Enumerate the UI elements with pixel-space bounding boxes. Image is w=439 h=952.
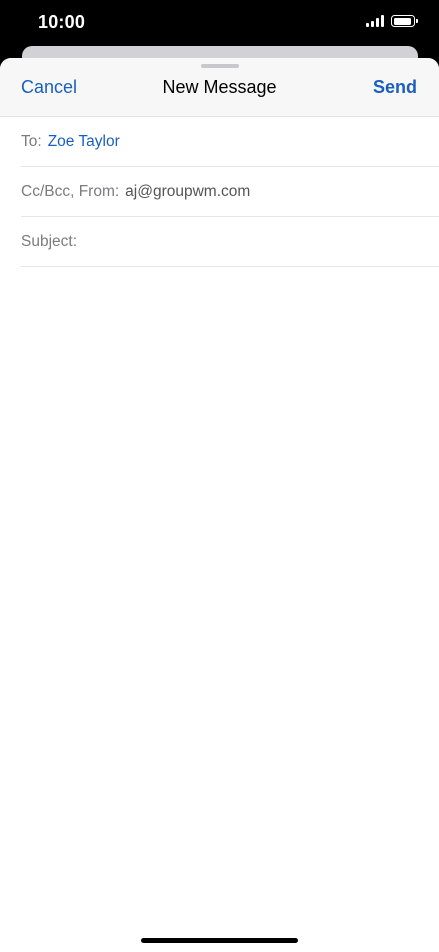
from-address[interactable]: aj@groupwm.com: [125, 183, 250, 201]
sheet-grabber[interactable]: [201, 64, 239, 68]
subject-field[interactable]: Subject:: [21, 217, 439, 267]
to-field[interactable]: To: Zoe Taylor: [21, 117, 439, 167]
message-body-area[interactable]: [0, 268, 439, 928]
compose-header: Cancel New Message Send: [0, 58, 439, 117]
signal-icon: [366, 15, 384, 27]
status-time: 10:00: [38, 12, 86, 32]
cc-bcc-from-field[interactable]: Cc/Bcc, From: aj@groupwm.com: [21, 167, 439, 217]
subject-input[interactable]: [83, 226, 439, 257]
phone-screen: 10:00 Cancel New Message Send To: Zoe Ta…: [0, 0, 439, 952]
home-indicator[interactable]: [141, 938, 298, 943]
battery-icon: [391, 15, 418, 27]
status-icons: [366, 15, 418, 27]
send-button[interactable]: Send: [373, 77, 417, 98]
to-label: To:: [21, 132, 42, 150]
subject-label: Subject:: [21, 232, 78, 250]
recipient-token[interactable]: Zoe Taylor: [48, 133, 120, 151]
cc-bcc-from-label: Cc/Bcc, From:: [21, 182, 120, 200]
notch: [112, 0, 328, 30]
status-bar: 10:00: [0, 0, 439, 44]
